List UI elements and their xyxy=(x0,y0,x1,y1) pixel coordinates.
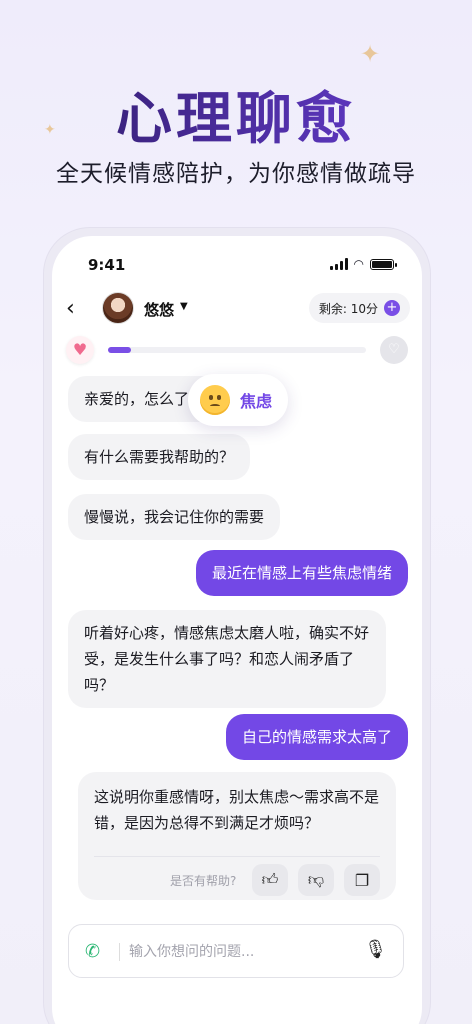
copy-button[interactable]: ❐ xyxy=(344,864,380,896)
signal-icon xyxy=(329,258,348,270)
phone-call-icon[interactable]: ✆ xyxy=(85,941,100,962)
avatar[interactable] xyxy=(102,292,134,324)
ai-message: 这说明你重感情呀，别太焦虑～需求高不是错，是因为总得不到满足才烦吗？ xyxy=(94,788,380,832)
remaining-time-pill[interactable]: 剩余: 10分 + xyxy=(308,293,410,323)
copy-icon: ❐ xyxy=(354,870,370,890)
mood-row: ♥ ♡ xyxy=(52,336,422,364)
wifi-icon: ◠ xyxy=(353,257,364,271)
mood-progress-track xyxy=(108,347,366,353)
status-icons: ◠ xyxy=(329,257,397,271)
mood-progress-fill xyxy=(108,347,132,353)
worried-face-icon xyxy=(200,385,230,415)
remaining-time-label: 剩余: 10分 xyxy=(318,301,378,316)
user-message: 自己的情感需求太高了 xyxy=(225,714,408,760)
status-bar: 9:41 ◠ xyxy=(52,254,422,278)
heart-icon: ♥ xyxy=(66,336,94,364)
chevron-down-icon[interactable]: ▼ xyxy=(180,301,188,312)
phone-screen: 9:41 ◠ ‹ 悠悠 ▼ 剩余: 10分 + ♥ ♡ 亲爱的，怎么了？ 有什么… xyxy=(52,236,422,1024)
user-message: 最近在情感上有些焦虑情绪 xyxy=(195,550,408,596)
status-time: 9:41 xyxy=(88,256,126,274)
divider xyxy=(94,856,380,857)
phone-frame: 9:41 ◠ ‹ 悠悠 ▼ 剩余: 10分 + ♥ ♡ 亲爱的，怎么了？ 有什么… xyxy=(44,228,430,1024)
feedback-prompt: 是否有帮助? xyxy=(170,874,237,888)
plus-icon[interactable]: + xyxy=(384,300,400,316)
emotion-tag: 焦虑 xyxy=(188,374,289,426)
ai-message: 慢慢说，我会记住你的需要 xyxy=(68,494,281,540)
persona-name[interactable]: 悠悠 xyxy=(144,299,174,320)
chat-header: ‹ 悠悠 ▼ 剩余: 10分 + xyxy=(52,291,422,327)
ai-message-with-feedback: 这说明你重感情呀，别太焦虑～需求高不是错，是因为总得不到满足才烦吗？ 是否有帮助… xyxy=(78,772,396,900)
ai-message: 听着好心疼，情感焦虑太磨人啦，确实不好受，是发生什么事了吗？和恋人闹矛盾了吗？ xyxy=(68,610,386,708)
emotion-label: 焦虑 xyxy=(240,392,273,411)
heart-outline-icon: ♡ xyxy=(380,336,408,364)
thumbs-down-button[interactable]: 👎︎ xyxy=(298,864,334,896)
hero-title: 心理聊愈 xyxy=(0,74,472,155)
battery-icon xyxy=(370,258,397,270)
divider xyxy=(119,943,120,961)
back-icon[interactable]: ‹ xyxy=(66,297,90,321)
thumbs-up-button[interactable]: 👍︎ xyxy=(252,864,288,896)
thumbs-down-icon: 👎︎ xyxy=(307,870,325,889)
microphone-icon[interactable]: 🎙︎ xyxy=(364,939,387,960)
thumbs-up-icon: 👍︎ xyxy=(261,870,279,889)
message-input-bar: ✆ 🎙︎ xyxy=(68,924,404,978)
hero-subtitle: 全天候情感陪护，为你感情做疏导 xyxy=(56,161,416,187)
ai-message: 有什么需要我帮助的？ xyxy=(68,434,251,480)
sparkle-icon: ✦ xyxy=(360,40,381,68)
message-input[interactable] xyxy=(129,937,349,967)
